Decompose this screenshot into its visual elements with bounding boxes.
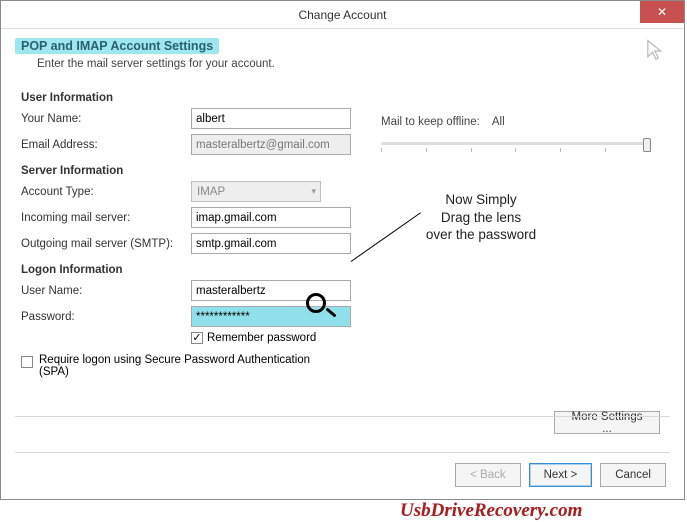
outgoing-label: Outgoing mail server (SMTP): <box>21 238 191 250</box>
page-heading: POP and IMAP Account Settings <box>15 38 219 54</box>
offline-value: All <box>492 116 505 128</box>
name-label: Your Name: <box>21 113 191 125</box>
slider-ticks <box>381 148 651 153</box>
checkbox-empty-icon <box>21 356 33 368</box>
account-type-value: IMAP <box>197 186 225 198</box>
logon-info-header: Logon Information <box>21 264 664 276</box>
server-info-header: Server Information <box>21 165 664 177</box>
remember-password-label: Remember password <box>207 332 316 344</box>
username-field[interactable] <box>191 280 351 301</box>
divider <box>15 452 670 453</box>
email-field[interactable] <box>191 134 351 155</box>
slider-track <box>381 142 651 145</box>
remember-password-checkbox[interactable]: ✓ Remember password <box>191 332 664 344</box>
divider <box>15 416 670 417</box>
dialog-window: Change Account ✕ POP and IMAP Account Se… <box>0 0 685 500</box>
watermark-text: UsbDriveRecovery.com <box>400 500 582 522</box>
incoming-server-field[interactable] <box>191 207 351 228</box>
instruction-callout: Now Simply Drag the lens over the passwo… <box>401 191 561 244</box>
page-subtext: Enter the mail server settings for your … <box>37 58 642 70</box>
account-type-select: IMAP ▾ <box>191 181 321 202</box>
more-settings-button[interactable]: More Settings ... <box>554 411 660 434</box>
user-info-header: User Information <box>21 92 664 104</box>
cancel-button[interactable]: Cancel <box>600 463 666 487</box>
outgoing-server-field[interactable] <box>191 233 351 254</box>
incoming-label: Incoming mail server: <box>21 212 191 224</box>
checkbox-icon: ✓ <box>191 332 203 344</box>
close-button[interactable]: ✕ <box>640 1 684 23</box>
offline-label: Mail to keep offline: <box>381 116 480 128</box>
magnifier-icon <box>306 293 326 313</box>
username-label: User Name: <box>21 285 191 297</box>
cursor-icon <box>642 37 670 65</box>
window-title: Change Account <box>298 8 386 22</box>
titlebar: Change Account ✕ <box>1 1 684 29</box>
spa-label: Require logon using Secure Password Auth… <box>39 354 341 378</box>
offline-slider[interactable] <box>381 136 651 154</box>
next-button[interactable]: Next > <box>529 463 593 487</box>
close-icon: ✕ <box>657 5 667 19</box>
back-button: < Back <box>455 463 520 487</box>
chevron-down-icon: ▾ <box>311 186 316 197</box>
spa-checkbox[interactable]: Require logon using Secure Password Auth… <box>21 354 341 378</box>
name-field[interactable] <box>191 108 351 129</box>
email-label: Email Address: <box>21 139 191 151</box>
account-type-label: Account Type: <box>21 186 191 198</box>
slider-thumb[interactable] <box>643 138 651 152</box>
password-label: Password: <box>21 311 191 323</box>
